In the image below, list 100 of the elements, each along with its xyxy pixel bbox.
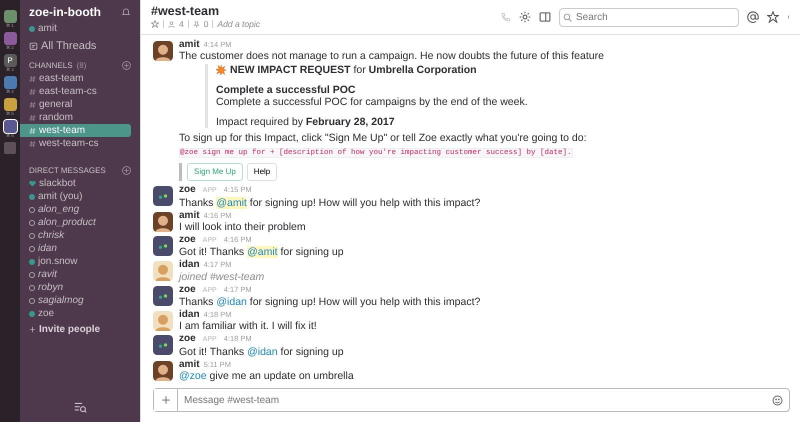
hash-icon [29,126,36,134]
mention-link[interactable]: @amit [216,196,247,208]
message-text: Got it! Thanks [179,246,244,258]
join-notice: joined #west-team [179,270,264,282]
search-list-icon[interactable] [74,401,86,414]
author-name[interactable]: amit [179,210,200,220]
user-name: amit [38,22,57,36]
online-dot [29,194,35,200]
author-name[interactable]: amit [179,39,200,50]
away-dot [29,206,35,212]
user-silhouette-avatar [153,41,173,61]
team-icon[interactable] [4,10,16,23]
member-count[interactable]: 4 [179,18,184,30]
dm-item[interactable]: zoe [38,307,54,320]
help-button[interactable]: Help [246,163,278,181]
star-icon[interactable] [767,11,779,23]
channel-title: #west-team [151,4,220,18]
panel-icon[interactable] [539,11,551,23]
message-text: for signing up [280,246,344,258]
hash-icon [29,88,36,96]
away-dot [29,246,35,252]
online-dot [29,26,35,32]
search-field[interactable]: Search [559,8,739,26]
channel-item[interactable]: east-team-cs [20,85,140,98]
channel-item[interactable]: east-team [20,72,140,85]
message-text: for signing up! How will you help with this impact? [250,196,480,208]
dm-item[interactable]: ravit [38,268,57,281]
hash-icon [29,74,36,82]
dm-item[interactable]: alon_eng [38,203,80,216]
pin-count[interactable]: 0 [204,18,208,30]
message-text: Thanks [179,296,214,308]
team-name[interactable]: zoe-in-booth [20,3,101,21]
message-text: I am familiar with it. I will fix it! [179,320,317,332]
search-icon [563,12,572,22]
mention-link[interactable]: @idan [216,296,247,308]
team-icon[interactable]: P [4,54,16,67]
user-silhouette-avatar [153,311,173,331]
dm-item[interactable]: alon_product [38,216,96,229]
away-dot [29,284,35,290]
away-dot [29,272,35,278]
add-channel-icon[interactable] [122,61,131,70]
impact-goal: Complete a successful POC [216,84,356,96]
star-icon[interactable] [151,20,159,28]
emoji-icon[interactable] [772,394,783,406]
channel-item[interactable]: west-team [20,124,131,137]
away-dot [29,220,35,226]
impact-deadline: Impact required by February 28, 2017 [216,116,396,128]
dm-item[interactable]: sagialmog [38,294,84,307]
threads-icon [29,42,38,51]
dm-item[interactable]: slackbot [39,177,76,190]
dm-item[interactable]: robyn [38,281,64,294]
user-silhouette-avatar [153,360,173,381]
author-name[interactable]: amit [179,358,200,370]
message-text: Got it! Thanks [179,346,244,358]
team-icon[interactable] [4,32,16,45]
mention-link[interactable]: @zoe [179,370,207,382]
hash-icon [29,114,36,122]
away-dot [29,298,35,304]
channel-item[interactable]: random [20,111,140,124]
author-name[interactable]: zoe [179,184,196,195]
hash-icon [29,140,36,148]
burst-icon [216,65,226,76]
composer-box[interactable]: Message #west-team [153,388,790,412]
plus-icon [29,326,36,333]
section-heading: DIRECT MESSAGES [29,165,106,177]
instructions-text: To sign up for this Impact, click "Sign Me Up" or tell Zoe exactly what you're going to do: [179,132,588,144]
plus-icon[interactable] [160,395,170,405]
author-name[interactable]: zoe [179,284,196,294]
message-text: for signing up! How will you help with this impact? [250,296,480,308]
dm-item[interactable]: idan [38,242,57,255]
hash-icon [29,100,36,108]
message-text: for signing up [280,346,344,358]
add-message-icon[interactable] [122,166,131,175]
mention-icon[interactable] [747,11,759,23]
bot-avatar [153,236,173,256]
invite-people-link[interactable]: Invite people [39,323,100,336]
channel-item[interactable]: west-team-cs [20,137,140,150]
add-topic-link[interactable]: Add a topic [217,18,260,30]
bot-avatar [153,286,173,306]
team-icon[interactable] [4,76,16,89]
author-name[interactable]: zoe [179,234,196,245]
dm-item[interactable]: jon.snow [38,255,78,268]
channel-item[interactable]: general [20,98,140,111]
bot-avatar [153,335,173,356]
team-icon[interactable] [4,120,16,133]
author-name[interactable]: idan [179,309,200,320]
sign-me-up-button[interactable]: Sign Me Up [187,163,243,181]
heart-icon [29,180,36,187]
mention-link[interactable]: @idan [247,346,278,358]
dm-item[interactable]: chrisk [38,229,64,242]
channel-count: (8) [76,60,86,72]
message-text: I will look into their problem [179,220,306,233]
all-threads-link[interactable]: All Threads [41,40,96,53]
team-icon[interactable] [4,98,16,111]
message-text: The customer does not manage to run a campaign. He now doubts the future of this feature [179,50,604,62]
author-name[interactable]: idan [179,259,200,270]
author-name[interactable]: zoe [179,333,196,344]
bot-avatar [153,186,173,206]
mention-link[interactable]: @amit [247,246,278,258]
dm-item[interactable]: amit (you) [38,190,82,203]
